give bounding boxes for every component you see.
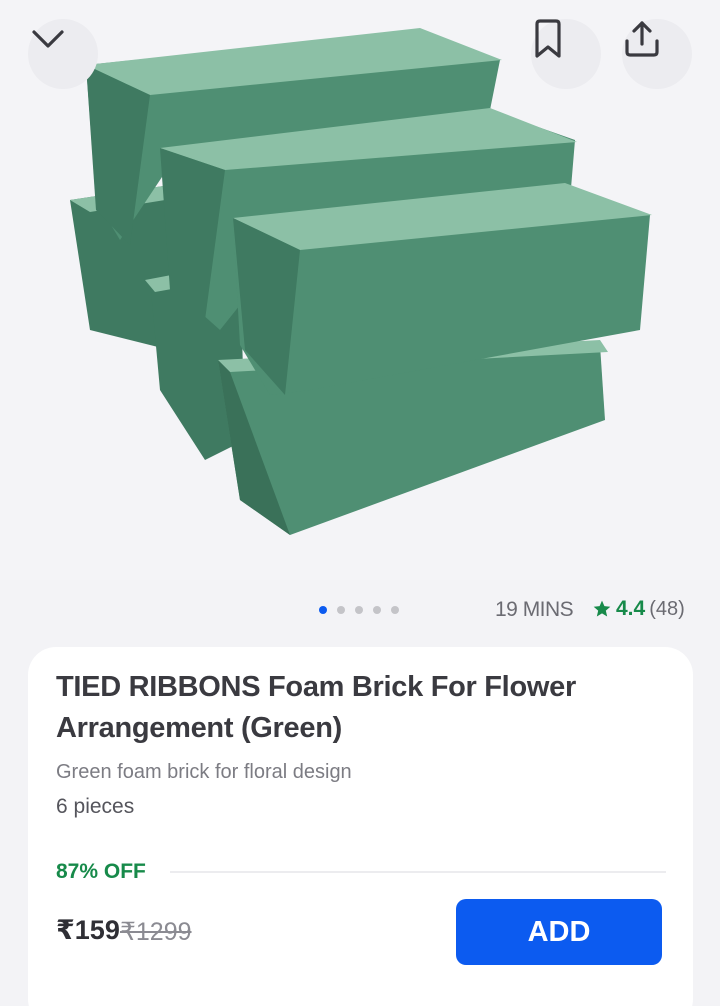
- star-icon: [593, 600, 611, 617]
- meta-row: 19 MINS 4.4 (48): [0, 592, 720, 628]
- back-button[interactable]: [28, 19, 98, 89]
- carousel-dot[interactable]: [373, 606, 381, 614]
- rating-value: 4.4: [616, 597, 646, 620]
- product-quantity: 6 pieces: [56, 795, 135, 818]
- product-image-area: [0, 0, 720, 580]
- delivery-eta: 19 MINS: [495, 598, 574, 621]
- carousel-dot[interactable]: [391, 606, 399, 614]
- product-subtitle: Green foam brick for floral design: [56, 761, 352, 783]
- divider: [170, 871, 666, 873]
- foam-bricks-image: [70, 28, 652, 535]
- rating-count: (48): [649, 597, 685, 620]
- product-title: TIED RIBBONS Foam Brick For Flower Arran…: [56, 671, 576, 744]
- bookmark-button[interactable]: [531, 19, 601, 89]
- price: ₹159: [56, 915, 120, 945]
- bookmark-icon: [535, 19, 561, 58]
- rating: 4.4 (48): [592, 597, 685, 621]
- discount-label: 87% OFF: [56, 860, 146, 883]
- carousel-dot[interactable]: [355, 606, 363, 614]
- carousel-dot[interactable]: [337, 606, 345, 614]
- add-button[interactable]: ADD: [456, 899, 662, 965]
- chevron-down-icon: [32, 30, 64, 48]
- product-details-card: TIED RIBBONS Foam Brick For Flower Arran…: [28, 647, 693, 1006]
- share-icon: [625, 21, 659, 57]
- carousel-dot[interactable]: [319, 606, 327, 614]
- original-price: ₹1299: [120, 918, 192, 946]
- share-button[interactable]: [622, 19, 692, 89]
- carousel-indicator[interactable]: [319, 606, 399, 614]
